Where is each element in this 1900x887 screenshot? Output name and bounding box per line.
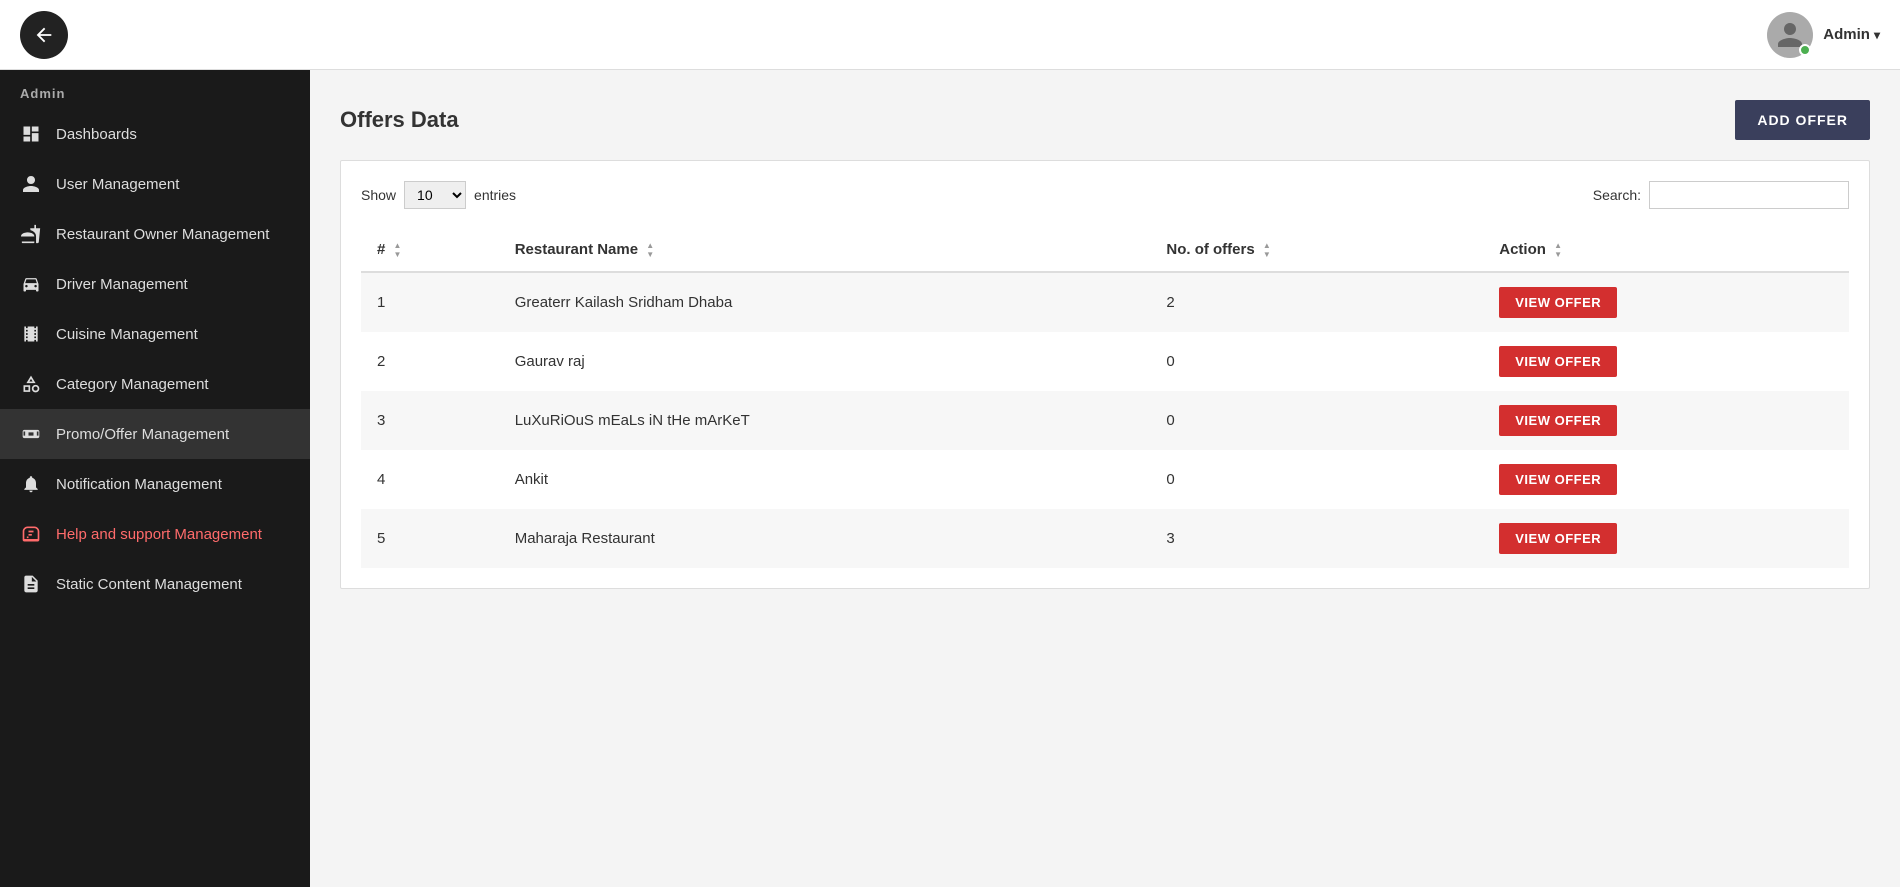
sidebar-label-driver-management: Driver Management <box>56 276 188 293</box>
sidebar-item-restaurant-owner-management[interactable]: Restaurant Owner Management <box>0 209 310 259</box>
entries-select[interactable]: 10 25 50 100 <box>404 181 466 209</box>
view-offer-button[interactable]: VIEW OFFER <box>1499 405 1617 436</box>
driver-icon <box>20 273 42 295</box>
col-action: Action ▲▼ <box>1483 229 1849 272</box>
online-indicator <box>1799 44 1811 56</box>
show-entries-control: Show 10 25 50 100 entries <box>361 181 516 209</box>
search-input[interactable] <box>1649 181 1849 209</box>
restaurant-icon <box>20 223 42 245</box>
cuisine-icon <box>20 323 42 345</box>
view-offer-button[interactable]: VIEW OFFER <box>1499 464 1617 495</box>
entries-label: entries <box>474 187 516 203</box>
cell-action: VIEW OFFER <box>1483 332 1849 391</box>
cell-offers-count: 0 <box>1150 391 1483 450</box>
sidebar-item-category-management[interactable]: Category Management <box>0 359 310 409</box>
sidebar-label-cuisine-management: Cuisine Management <box>56 326 198 343</box>
add-offer-button[interactable]: ADD OFFER <box>1735 100 1870 140</box>
cell-restaurant-name: Maharaja Restaurant <box>499 509 1151 568</box>
table-row: 1 Greaterr Kailash Sridham Dhaba 2 VIEW … <box>361 272 1849 332</box>
sidebar-label-category-management: Category Management <box>56 376 209 393</box>
cell-action: VIEW OFFER <box>1483 391 1849 450</box>
chevron-down-icon: ▾ <box>1874 28 1880 42</box>
table-row: 2 Gaurav raj 0 VIEW OFFER <box>361 332 1849 391</box>
sidebar-label-help-support-management: Help and support Management <box>56 526 262 543</box>
col-num-offers: No. of offers ▲▼ <box>1150 229 1483 272</box>
view-offer-button[interactable]: VIEW OFFER <box>1499 346 1617 377</box>
cell-restaurant-name: Greaterr Kailash Sridham Dhaba <box>499 272 1151 332</box>
cell-offers-count: 0 <box>1150 450 1483 509</box>
category-icon <box>20 373 42 395</box>
main-content: Offers Data ADD OFFER Show 10 25 50 100 … <box>310 70 1900 887</box>
sidebar-item-static-content-management[interactable]: Static Content Management <box>0 559 310 609</box>
dashboard-icon <box>20 123 42 145</box>
cell-num: 1 <box>361 272 499 332</box>
table-header: # ▲▼ Restaurant Name ▲▼ No. of offers ▲▼ <box>361 229 1849 272</box>
cell-num: 3 <box>361 391 499 450</box>
col-num: # ▲▼ <box>361 229 499 272</box>
sidebar-toggle-button[interactable] <box>20 11 68 59</box>
sidebar-label-restaurant-owner-management: Restaurant Owner Management <box>56 226 269 243</box>
sidebar-label-dashboards: Dashboards <box>56 126 137 143</box>
help-icon <box>20 523 42 545</box>
sidebar-label-static-content-management: Static Content Management <box>56 576 242 593</box>
page-title: Offers Data <box>340 107 459 133</box>
sidebar-label-notification-management: Notification Management <box>56 476 222 493</box>
table-body: 1 Greaterr Kailash Sridham Dhaba 2 VIEW … <box>361 272 1849 568</box>
avatar <box>1767 12 1813 58</box>
cell-action: VIEW OFFER <box>1483 509 1849 568</box>
cell-num: 2 <box>361 332 499 391</box>
topbar: Admin ▾ <box>0 0 1900 70</box>
sidebar-item-user-management[interactable]: User Management <box>0 159 310 209</box>
sidebar-item-dashboards[interactable]: Dashboards <box>0 109 310 159</box>
sort-icon-num: ▲▼ <box>394 242 402 259</box>
col-restaurant-name: Restaurant Name ▲▼ <box>499 229 1151 272</box>
page-header: Offers Data ADD OFFER <box>340 100 1870 140</box>
admin-name-label: Admin ▾ <box>1823 26 1880 43</box>
cell-restaurant-name: LuXuRiOuS mEaLs iN tHe mArKeT <box>499 391 1151 450</box>
cell-action: VIEW OFFER <box>1483 272 1849 332</box>
offers-table: # ▲▼ Restaurant Name ▲▼ No. of offers ▲▼ <box>361 229 1849 568</box>
table-container: Show 10 25 50 100 entries Search: <box>340 160 1870 589</box>
controls-row: Show 10 25 50 100 entries Search: <box>361 181 1849 209</box>
topbar-left <box>20 11 68 59</box>
sidebar-item-promo-offer-management[interactable]: Promo/Offer Management <box>0 409 310 459</box>
cell-restaurant-name: Ankit <box>499 450 1151 509</box>
sidebar-item-cuisine-management[interactable]: Cuisine Management <box>0 309 310 359</box>
search-label: Search: <box>1593 187 1641 203</box>
sidebar-admin-label: Admin <box>0 70 310 109</box>
sidebar-label-promo-offer-management: Promo/Offer Management <box>56 426 229 443</box>
topbar-right: Admin ▾ <box>1767 12 1880 58</box>
notification-icon <box>20 473 42 495</box>
view-offer-button[interactable]: VIEW OFFER <box>1499 523 1617 554</box>
sort-icon-offers: ▲▼ <box>1263 242 1271 259</box>
sidebar: Admin Dashboards User Management Restaur… <box>0 70 310 887</box>
sidebar-item-driver-management[interactable]: Driver Management <box>0 259 310 309</box>
search-area: Search: <box>1593 181 1849 209</box>
view-offer-button[interactable]: VIEW OFFER <box>1499 287 1617 318</box>
cell-offers-count: 0 <box>1150 332 1483 391</box>
sort-icon-name: ▲▼ <box>646 242 654 259</box>
table-row: 3 LuXuRiOuS mEaLs iN tHe mArKeT 0 VIEW O… <box>361 391 1849 450</box>
cell-num: 4 <box>361 450 499 509</box>
show-label: Show <box>361 187 396 203</box>
table-row: 5 Maharaja Restaurant 3 VIEW OFFER <box>361 509 1849 568</box>
sidebar-item-notification-management[interactable]: Notification Management <box>0 459 310 509</box>
table-row: 4 Ankit 0 VIEW OFFER <box>361 450 1849 509</box>
layout: Admin Dashboards User Management Restaur… <box>0 70 1900 887</box>
promo-icon <box>20 423 42 445</box>
static-icon <box>20 573 42 595</box>
cell-restaurant-name: Gaurav raj <box>499 332 1151 391</box>
cell-num: 5 <box>361 509 499 568</box>
sidebar-item-help-support-management[interactable]: Help and support Management <box>0 509 310 559</box>
sort-icon-action: ▲▼ <box>1554 242 1562 259</box>
cell-action: VIEW OFFER <box>1483 450 1849 509</box>
cell-offers-count: 2 <box>1150 272 1483 332</box>
sidebar-label-user-management: User Management <box>56 176 179 193</box>
user-icon <box>20 173 42 195</box>
cell-offers-count: 3 <box>1150 509 1483 568</box>
